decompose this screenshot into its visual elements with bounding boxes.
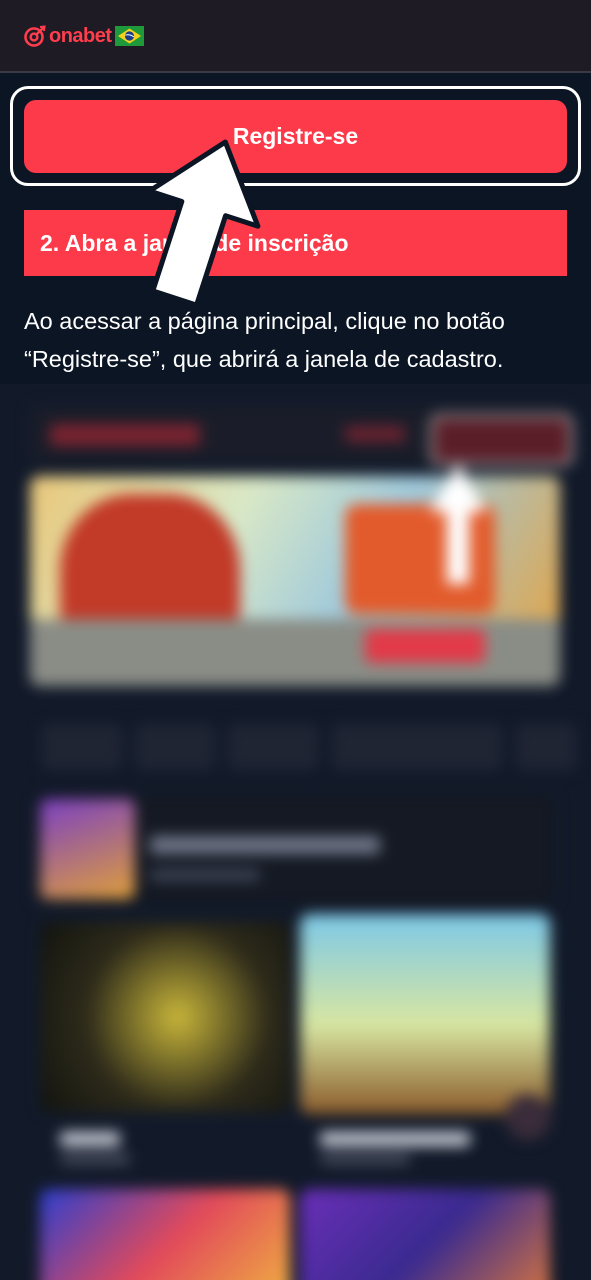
preview-featured-sub [150,869,260,881]
preview-game-sub [60,1154,130,1164]
onabet-logo[interactable]: onabet [24,25,144,47]
preview-content [0,384,591,1280]
top-bar: onabet [0,0,591,73]
preview-game-tile [300,914,550,1114]
preview-featured-title [150,836,380,854]
preview-game-sub [320,1154,410,1164]
preview-game-tile [300,1189,550,1280]
preview-chip [516,724,576,770]
register-button[interactable]: Registre-se [24,100,567,173]
logo-mark-icon [24,25,46,47]
preview-login [345,426,405,442]
preview-chip [135,724,215,770]
preview-game-label [320,1132,470,1146]
step-description: Ao acessar a página principal, clique no… [24,308,505,372]
brazil-flag-icon [114,26,144,46]
preview-featured-thumb [40,799,135,899]
blurred-site-preview [0,384,591,1280]
logo-text: onabet [49,25,112,47]
preview-game-tile [40,922,290,1112]
preview-game-label [60,1132,120,1146]
preview-chip [332,724,502,770]
preview-hero-badge [345,504,495,614]
preview-game-tile [40,1189,290,1280]
preview-fab [505,1094,551,1140]
preview-chip [42,724,122,770]
step-title-banner: 2. Abra a janela de inscrição [24,210,567,276]
preview-register [430,414,573,466]
preview-logo [50,424,200,446]
preview-hero-cta [365,629,485,663]
arrow-up-icon [146,139,261,308]
preview-chip [228,724,318,770]
